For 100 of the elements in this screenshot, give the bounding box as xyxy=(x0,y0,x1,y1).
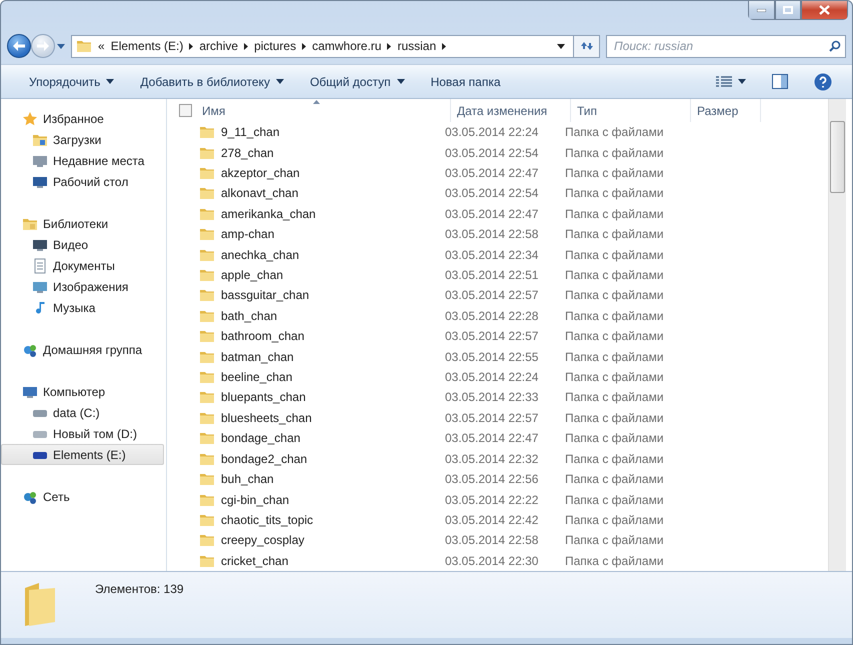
nav-item[interactable]: Музыка xyxy=(1,297,164,318)
file-name-cell[interactable]: bondage_chan xyxy=(167,430,439,446)
nav-item[interactable]: Elements (E:) xyxy=(1,444,164,465)
vertical-scrollbar[interactable] xyxy=(828,99,846,571)
dropdown-caret-icon xyxy=(276,79,284,84)
menu-button[interactable]: Добавить в библиотеку xyxy=(132,70,292,94)
file-name-cell[interactable]: bassguitar_chan xyxy=(167,287,439,304)
breadcrumb-overflow[interactable]: « xyxy=(98,39,105,53)
file-name-cell[interactable]: apple_chan xyxy=(167,267,439,284)
file-name-cell[interactable]: bondage2_chan xyxy=(167,450,439,467)
minimize-button[interactable] xyxy=(748,1,775,20)
file-name-cell[interactable]: bluesheets_chan xyxy=(167,410,439,426)
date-cell-text: 03.05.2014 22:22 xyxy=(444,492,540,507)
back-button[interactable] xyxy=(7,34,31,58)
type-cell-text: Папка с файлами xyxy=(564,166,665,180)
chevron-right-icon xyxy=(387,42,392,50)
nav-item[interactable]: Загрузки xyxy=(1,129,164,150)
type-cell-text: Папка с файлами xyxy=(564,472,665,486)
file-name-cell[interactable]: amerikanka_chan xyxy=(167,206,439,222)
folder-icon xyxy=(199,165,215,182)
breadcrumb-item[interactable]: camwhore.ru xyxy=(312,39,382,53)
select-all-checkbox[interactable] xyxy=(179,104,192,117)
type-cell-text: Папка с файлами xyxy=(564,186,665,200)
file-name-cell[interactable]: bathroom_chan xyxy=(167,328,439,344)
breadcrumb-item[interactable]: archive xyxy=(199,39,238,53)
menu-button[interactable]: Упорядочить xyxy=(21,70,122,94)
file-name-cell[interactable]: 278_chan xyxy=(167,144,439,161)
nav-item[interactable]: Документы xyxy=(1,255,164,276)
nav-group-header[interactable]: Компьютер xyxy=(1,381,164,402)
file-name-cell[interactable]: bath_chan xyxy=(167,308,439,324)
folder-icon xyxy=(199,369,215,386)
refresh-button[interactable] xyxy=(574,34,600,58)
date-cell-text: 03.05.2014 22:54 xyxy=(444,186,540,200)
file-name-cell[interactable]: creepy_cosplay xyxy=(167,532,439,548)
preview-pane-icon xyxy=(772,74,788,89)
file-name-cell[interactable]: beeline_chan xyxy=(167,369,439,386)
nav-group-header[interactable]: Избранное xyxy=(1,108,164,129)
new-folder-button[interactable]: Новая папка xyxy=(422,70,509,94)
file-name-cell[interactable]: cgi-bin_chan xyxy=(167,492,439,508)
file-name-cell[interactable]: 9_11_chan xyxy=(167,124,439,140)
file-name-cell[interactable]: batman_chan xyxy=(167,348,439,365)
type-cell-text: Папка с файлами xyxy=(564,288,665,302)
date-cell-text: 03.05.2014 22:58 xyxy=(444,533,540,548)
column-header[interactable]: Размер xyxy=(691,99,761,122)
close-button[interactable] xyxy=(801,1,848,20)
type-cell-text: Папка с файлами xyxy=(564,329,665,344)
nav-item[interactable]: Новый том (D:) xyxy=(1,423,164,444)
type-cell-text: Папка с файлами xyxy=(564,512,665,527)
date-cell-text: 03.05.2014 22:58 xyxy=(444,227,540,242)
file-name-cell[interactable]: amp-chan xyxy=(167,226,439,242)
maximize-button[interactable] xyxy=(775,1,801,20)
nav-item[interactable]: Недавние места xyxy=(1,150,164,171)
folder-icon xyxy=(199,226,215,242)
file-name-cell[interactable]: buh_chan xyxy=(167,471,439,488)
address-bar[interactable]: « Elements (E:) archive pictures camwhore.ru russian xyxy=(71,34,574,58)
breadcrumb-item[interactable]: Elements (E:) xyxy=(110,39,184,53)
date-cell-text: 03.05.2014 22:57 xyxy=(444,410,540,425)
file-name-cell[interactable]: chaotic_tits_topic xyxy=(167,512,439,528)
type-cell-text: Папка с файлами xyxy=(564,452,665,466)
dropdown-caret-icon xyxy=(738,79,746,84)
date-cell-text: 03.05.2014 22:42 xyxy=(444,512,540,527)
type-cell-text: Папка с файлами xyxy=(564,492,665,507)
sort-arrow-icon xyxy=(313,100,320,104)
file-name-cell[interactable]: akzeptor_chan xyxy=(167,165,439,182)
column-header[interactable]: Имя xyxy=(196,99,451,122)
nav-group-header[interactable]: Сеть xyxy=(1,486,164,507)
nav-item[interactable]: Изображения xyxy=(1,276,164,297)
breadcrumb-item[interactable]: pictures xyxy=(254,39,296,53)
breadcrumb-item[interactable]: russian xyxy=(397,39,436,53)
chevron-right-icon xyxy=(244,42,248,50)
folder-icon xyxy=(199,124,215,140)
folder-icon xyxy=(199,430,215,446)
type-cell-text: Папка с файлами xyxy=(564,248,665,262)
nav-item[interactable]: Рабочий стол xyxy=(1,171,164,192)
nav-group-header[interactable]: Домашняя группа xyxy=(1,339,164,360)
history-caret-icon xyxy=(57,44,65,48)
column-header[interactable]: Дата изменения xyxy=(451,99,571,122)
search-field[interactable]: Поиск: russian xyxy=(606,34,846,58)
type-cell-text: Папка с файлами xyxy=(564,533,665,548)
menu-button[interactable]: Общий доступ xyxy=(302,70,413,94)
nav-group-header[interactable]: Библиотеки xyxy=(1,213,164,234)
scrollbar-thumb[interactable] xyxy=(830,121,845,193)
file-name-cell[interactable]: cricket_chan xyxy=(167,552,439,569)
nav-item[interactable]: data (C:) xyxy=(1,402,164,423)
date-cell-text: 03.05.2014 22:24 xyxy=(444,370,540,384)
column-header[interactable]: Тип xyxy=(571,99,691,122)
back-arrow-icon xyxy=(13,41,25,51)
folder-icon xyxy=(199,532,215,548)
file-name-cell[interactable]: anechka_chan xyxy=(167,246,439,263)
type-cell-text: Папка с файлами xyxy=(564,308,665,323)
dropdown-caret-icon[interactable] xyxy=(557,44,565,48)
chevron-right-icon xyxy=(189,42,194,50)
date-cell-text: 03.05.2014 22:56 xyxy=(444,472,540,486)
file-name-cell[interactable]: alkonavt_chan xyxy=(167,185,439,202)
help-icon xyxy=(814,72,832,90)
date-cell-text: 03.05.2014 22:47 xyxy=(444,206,540,221)
nav-item[interactable]: Видео xyxy=(1,234,164,255)
folder-icon xyxy=(76,38,92,54)
file-name-cell[interactable]: bluepants_chan xyxy=(167,389,439,406)
forward-arrow-icon xyxy=(37,41,49,51)
